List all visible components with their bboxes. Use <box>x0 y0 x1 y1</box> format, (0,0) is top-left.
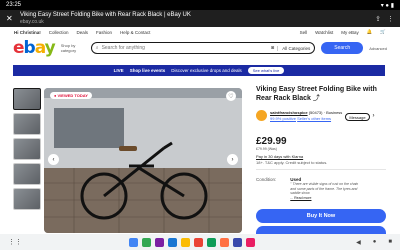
browser-toolbar: ✕ Viking Easy Street Folding Bike with R… <box>0 10 400 27</box>
nav-link-collection[interactable]: Collection <box>49 30 69 35</box>
app-icon[interactable] <box>168 237 178 247</box>
nav-link-watchlist[interactable]: Watchlist <box>315 30 333 35</box>
page-title: Viking Easy Street Folding Bike with Rea… <box>20 11 191 18</box>
ebay-logo[interactable]: ebay <box>13 38 56 58</box>
greeting: Hi Christina! <box>14 29 41 35</box>
promo-banner[interactable]: LIVE Shop live events Discover exclusive… <box>13 65 385 76</box>
clock: 23:25 <box>6 2 22 8</box>
message-button[interactable]: Message <box>345 113 370 121</box>
search-icon: ⌕ <box>95 45 99 51</box>
app-icon[interactable] <box>246 237 256 247</box>
buy-it-now-button[interactable]: Buy It Now <box>256 209 386 223</box>
nav-buttons: ◀ ● ■ <box>356 239 392 246</box>
android-taskbar: ⋮⋮ ◀ ● ■ <box>0 234 400 250</box>
top-nav: Hi Christina! Collection Deals Fashion H… <box>0 27 400 37</box>
heart-icon[interactable]: ♡ <box>226 91 236 101</box>
viewed-today-badge: ● VIEWED TODAY <box>50 92 92 99</box>
app-icon[interactable] <box>155 237 165 247</box>
seller-count: (50473) <box>308 110 323 115</box>
read-more-link[interactable]: ... Read more <box>290 196 360 200</box>
page-domain: ebay.co.uk <box>20 18 44 25</box>
home-icon[interactable]: ● <box>373 239 377 246</box>
secondary-action-button[interactable] <box>256 226 386 234</box>
status-bar: 23:25 ▾ ● ▮ <box>0 0 400 10</box>
tab-title-block: Viking Easy Street Folding Bike with Rea… <box>20 12 369 26</box>
credit-terms: 18+. T&C apply. Credit subject to status… <box>256 160 328 165</box>
next-image-button[interactable]: › <box>227 154 238 165</box>
was-price: £79.99 (Was) <box>256 147 277 151</box>
back-icon[interactable]: ◀ <box>356 239 361 246</box>
chrome-app-icon[interactable] <box>129 237 139 247</box>
divider <box>256 169 386 170</box>
bell-icon[interactable]: 🔔 <box>367 29 373 35</box>
seller-avatar[interactable] <box>256 110 267 121</box>
cart-icon[interactable]: 🛒 <box>380 29 386 35</box>
thumbnail-list <box>13 88 41 213</box>
shop-by-category-button[interactable]: Shop by category <box>61 43 85 53</box>
chevron-right-icon[interactable]: › <box>373 113 375 119</box>
app-icon[interactable] <box>194 237 204 247</box>
thumbnail[interactable] <box>13 88 41 110</box>
nav-link-help[interactable]: Help & Contact <box>120 30 150 35</box>
seller-other-items-link[interactable]: Seller's other items <box>297 116 331 121</box>
klarna-link[interactable]: Pay in 30 days with Klarna <box>256 154 303 159</box>
share-icon[interactable]: ⇪ <box>375 15 381 23</box>
close-icon[interactable]: ✕ <box>6 14 14 23</box>
app-icon[interactable] <box>207 237 217 247</box>
seller-name[interactable]: saintfrancishospice <box>270 110 308 115</box>
thumbnail[interactable] <box>13 138 41 160</box>
app-icon[interactable] <box>220 237 230 247</box>
app-dock <box>28 237 356 247</box>
promo-headline: Shop live events <box>129 68 166 73</box>
price: £29.99 <box>256 136 287 147</box>
main-product-image[interactable]: ● VIEWED TODAY ♡ ‹ › <box>44 88 242 233</box>
nav-link-fashion[interactable]: Fashion <box>96 30 112 35</box>
search-bar[interactable]: ⌕ Search for anything ◙ All Categories <box>90 42 316 54</box>
play-app-icon[interactable] <box>142 237 152 247</box>
app-icon[interactable] <box>181 237 191 247</box>
recents-icon[interactable]: ■ <box>388 239 392 246</box>
thumbnail[interactable] <box>13 188 41 210</box>
seller-info: saintfrancishospice (50473) · Business 9… <box>270 110 342 121</box>
apps-grid-icon[interactable]: ⋮⋮ <box>8 238 28 246</box>
camera-icon[interactable]: ◙ <box>271 45 274 51</box>
nav-link-sell[interactable]: Sell <box>300 30 308 35</box>
thumbnail[interactable] <box>13 113 41 135</box>
promo-text: Discover exclusive drops and deals <box>171 68 242 73</box>
seller-type: · Business <box>323 110 343 115</box>
more-vert-icon[interactable]: ⋮ <box>387 15 394 23</box>
listing-title: Viking Easy Street Folding Bike with Rea… <box>256 86 386 103</box>
promo-button[interactable]: See what's live <box>247 67 285 74</box>
search-input[interactable]: Search for anything <box>102 45 145 51</box>
bike-photo <box>44 88 242 233</box>
nav-link-deals[interactable]: Deals <box>77 30 89 35</box>
app-icon[interactable] <box>233 237 243 247</box>
status-icons: ▾ ● ▮ <box>380 3 394 9</box>
seller-feedback-link[interactable]: 99.9% positive <box>270 116 296 121</box>
site-header: ebay Shop by category ⌕ Search for anyth… <box>0 37 400 59</box>
thumbnail[interactable] <box>13 163 41 185</box>
condition-row: Condition: Used " There are visible sign… <box>256 177 386 200</box>
prev-image-button[interactable]: ‹ <box>48 154 59 165</box>
category-select[interactable]: All Categories <box>277 45 310 51</box>
share-listing-icon[interactable]: ⤴ <box>313 95 320 102</box>
live-badge: LIVE <box>113 68 124 73</box>
search-button[interactable]: Search <box>321 42 364 54</box>
condition-description: " There are visible signs of rust on the… <box>290 182 359 195</box>
condition-label: Condition: <box>256 177 277 182</box>
advanced-search-link[interactable]: Advanced <box>369 46 387 51</box>
nav-link-myebay[interactable]: My eBay <box>341 30 359 35</box>
seller-card: saintfrancishospice (50473) · Business 9… <box>256 110 386 121</box>
